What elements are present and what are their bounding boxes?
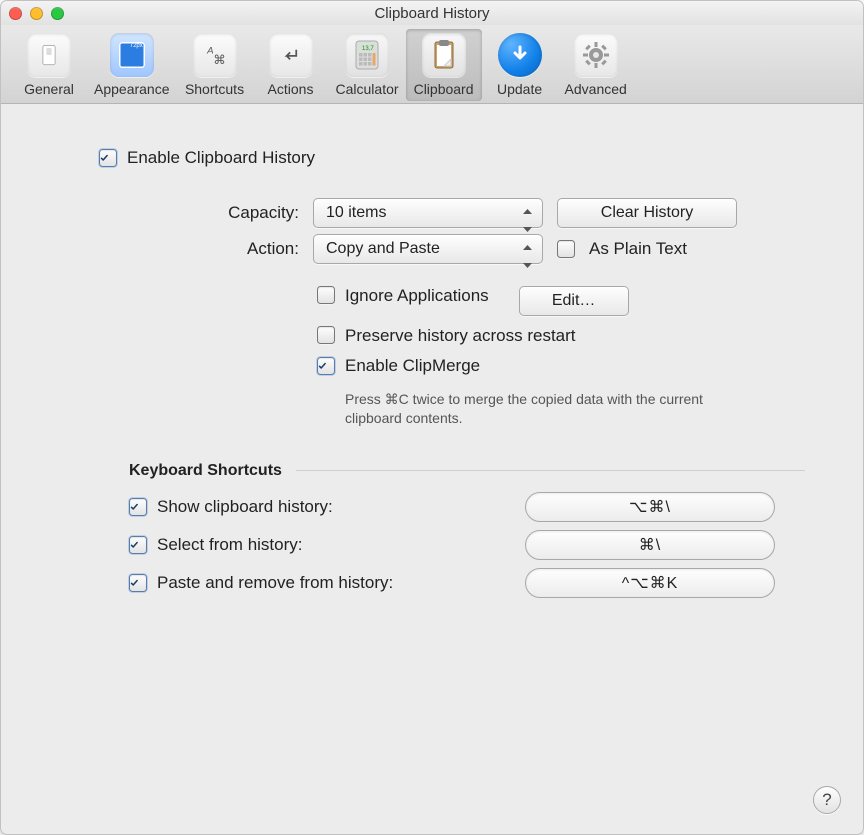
download-arrow-icon bbox=[498, 33, 542, 77]
svg-text:13,7: 13,7 bbox=[362, 46, 374, 52]
preserve-history-checkbox[interactable] bbox=[317, 326, 335, 344]
paste-and-remove-shortcut-checkbox[interactable] bbox=[129, 574, 147, 592]
action-popup[interactable]: Copy and Paste bbox=[313, 234, 543, 264]
tab-actions[interactable]: Actions bbox=[253, 29, 329, 101]
divider bbox=[296, 470, 805, 471]
ignore-applications-checkbox[interactable] bbox=[317, 286, 335, 304]
show-clipboard-history-shortcut-field[interactable]: ⌥⌘\ bbox=[525, 492, 775, 522]
tab-advanced[interactable]: Advanced bbox=[558, 29, 634, 101]
titlebar: Clipboard History bbox=[1, 1, 863, 25]
return-key-icon bbox=[269, 33, 313, 77]
shortcut-label: Show clipboard history: bbox=[157, 497, 333, 517]
window-traffic-lights bbox=[9, 7, 64, 20]
shortcuts-icon: A⌘ bbox=[193, 33, 237, 77]
keyboard-shortcuts-header: Keyboard Shortcuts bbox=[129, 462, 282, 480]
enable-clipboard-history-checkbox[interactable] bbox=[99, 149, 117, 167]
tab-label: Shortcuts bbox=[185, 81, 244, 97]
capacity-popup[interactable]: 10 items bbox=[313, 198, 543, 228]
help-icon: ? bbox=[822, 790, 831, 810]
clipboard-icon bbox=[422, 33, 466, 77]
capacity-value: 10 items bbox=[326, 204, 386, 222]
capacity-label: Capacity: bbox=[199, 203, 299, 223]
clear-history-label: Clear History bbox=[601, 204, 693, 222]
edit-ignore-applications-button[interactable]: Edit… bbox=[519, 286, 629, 316]
shortcut-label: Select from history: bbox=[157, 535, 303, 555]
close-window-button[interactable] bbox=[9, 7, 22, 20]
enable-clipmerge-checkbox[interactable] bbox=[317, 357, 335, 375]
tab-label: Appearance bbox=[94, 81, 170, 97]
zoom-window-button[interactable] bbox=[51, 7, 64, 20]
show-clipboard-history-shortcut-checkbox[interactable] bbox=[129, 498, 147, 516]
window-title: Clipboard History bbox=[374, 5, 489, 22]
stepper-arrows-icon bbox=[522, 202, 538, 224]
as-plain-text-label: As Plain Text bbox=[589, 239, 687, 259]
tab-label: Clipboard bbox=[414, 81, 474, 97]
preferences-toolbar: General Appearance A⌘ Shortcuts Actions … bbox=[1, 25, 863, 104]
ignore-applications-label: Ignore Applications bbox=[345, 286, 489, 306]
tab-calculator[interactable]: 13,7 Calculator bbox=[329, 29, 406, 101]
calculator-icon: 13,7 bbox=[345, 33, 389, 77]
tab-shortcuts[interactable]: A⌘ Shortcuts bbox=[177, 29, 253, 101]
as-plain-text-checkbox[interactable] bbox=[557, 240, 575, 258]
tab-label: Update bbox=[497, 81, 542, 97]
switch-icon bbox=[27, 33, 71, 77]
tab-label: Calculator bbox=[336, 81, 399, 97]
shortcut-keys: ⌘\ bbox=[639, 535, 661, 555]
enable-clipboard-history-label: Enable Clipboard History bbox=[127, 148, 315, 168]
content-pane: Enable Clipboard History Capacity: 10 it… bbox=[1, 104, 863, 834]
clear-history-button[interactable]: Clear History bbox=[557, 198, 737, 228]
shortcut-keys: ^⌥⌘K bbox=[622, 573, 679, 593]
preserve-history-label: Preserve history across restart bbox=[345, 326, 576, 346]
tab-label: Actions bbox=[268, 81, 314, 97]
help-button[interactable]: ? bbox=[813, 786, 841, 814]
minimize-window-button[interactable] bbox=[30, 7, 43, 20]
gear-icon bbox=[574, 33, 618, 77]
tab-appearance[interactable]: Appearance bbox=[87, 29, 177, 101]
tab-label: Advanced bbox=[565, 81, 627, 97]
appearance-icon bbox=[110, 33, 154, 77]
stepper-arrows-icon bbox=[522, 238, 538, 260]
action-value: Copy and Paste bbox=[326, 240, 440, 258]
select-from-history-shortcut-field[interactable]: ⌘\ bbox=[525, 530, 775, 560]
tab-clipboard[interactable]: Clipboard bbox=[406, 29, 482, 101]
clipmerge-hint: Press ⌘C twice to merge the copied data … bbox=[345, 390, 705, 428]
tab-general[interactable]: General bbox=[11, 29, 87, 101]
shortcut-keys: ⌥⌘\ bbox=[629, 497, 671, 517]
select-from-history-shortcut-checkbox[interactable] bbox=[129, 536, 147, 554]
enable-clipmerge-label: Enable ClipMerge bbox=[345, 356, 480, 376]
paste-and-remove-shortcut-field[interactable]: ^⌥⌘K bbox=[525, 568, 775, 598]
edit-button-label: Edit… bbox=[552, 292, 596, 310]
preferences-window: Clipboard History General Appearance A⌘ … bbox=[0, 0, 864, 835]
tab-update[interactable]: Update bbox=[482, 29, 558, 101]
tab-label: General bbox=[24, 81, 74, 97]
svg-text:⌘: ⌘ bbox=[213, 53, 225, 67]
action-label: Action: bbox=[199, 239, 299, 259]
shortcut-label: Paste and remove from history: bbox=[157, 573, 393, 593]
